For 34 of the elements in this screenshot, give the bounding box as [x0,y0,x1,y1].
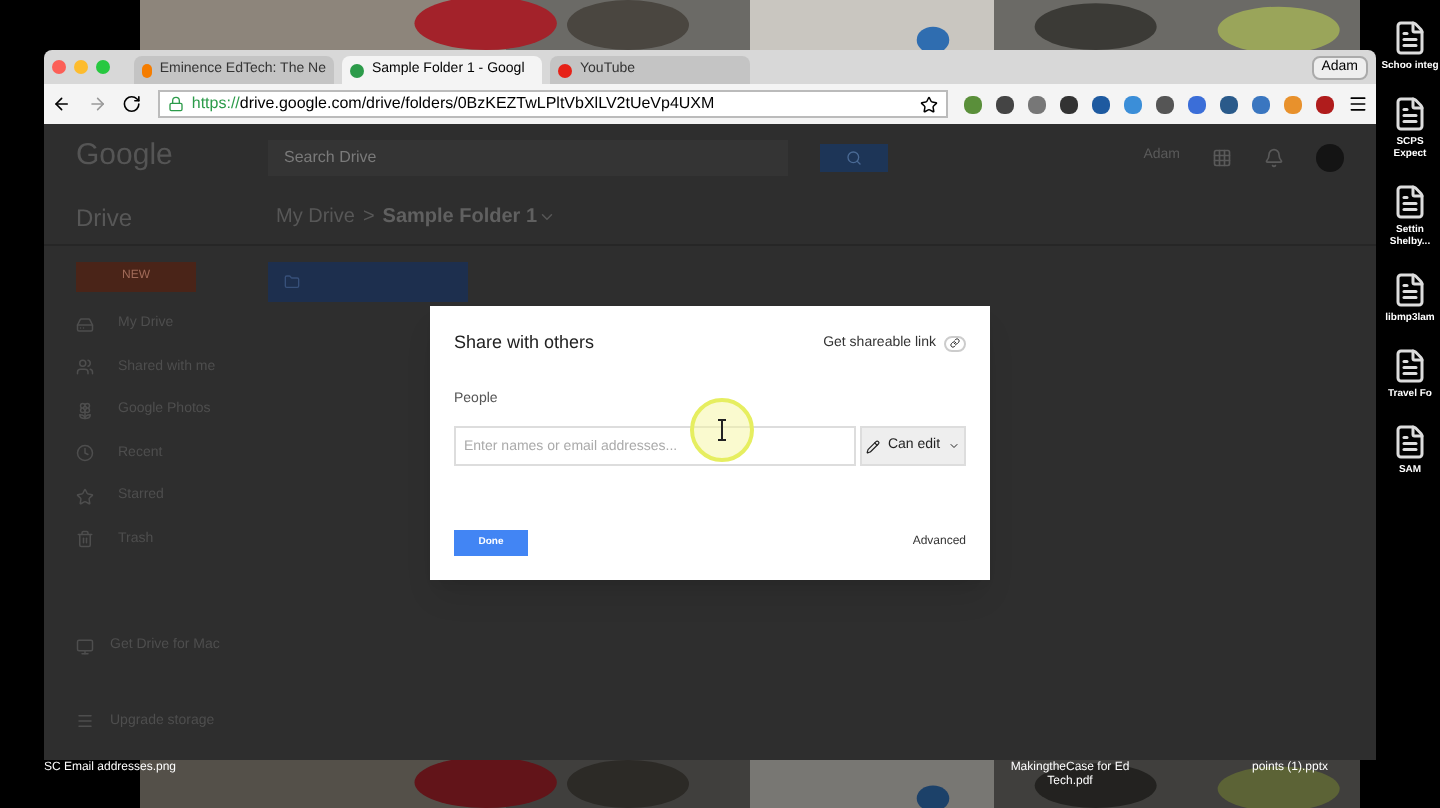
star-icon [76,487,94,506]
document-icon[interactable] [1392,424,1428,460]
drive-icon [76,315,94,334]
menu-icon[interactable] [1347,94,1368,114]
caret-icon [948,440,961,452]
document-icon[interactable] [1392,184,1428,220]
pencil-icon [865,439,880,453]
document-icon[interactable] [1392,348,1428,384]
forward-icon[interactable] [87,94,107,114]
folder-icon [284,274,300,290]
lock-icon [167,96,184,112]
dialog-title: Share with others [454,330,595,356]
breadcrumb-separator: > [362,204,375,232]
computer-icon [76,637,94,656]
document-icon[interactable] [1392,20,1428,56]
document-icon[interactable] [1392,96,1428,132]
shared-icon [76,358,94,377]
address-bar[interactable]: https://drive.google.com/drive/folders/0BzKEZTwLPltVbXlLV2tUeVp4UXM [157,90,948,118]
cursor-highlight [688,396,756,464]
photos-icon [76,401,94,420]
search-icon [846,149,862,165]
document-icon[interactable] [1392,272,1428,308]
site-icon [350,63,364,77]
url-text: https://drive.google.com/drive/folders/0BzKEZTwLPltVbXlLV2tUeVp4UXM [191,92,715,116]
bookmark-icon[interactable] [919,95,938,113]
folder-tile[interactable] [268,262,468,302]
recent-icon [76,444,94,463]
site-icon [558,63,572,77]
back-icon[interactable] [52,94,72,114]
list-icon [76,712,94,731]
reload-icon[interactable] [122,94,142,114]
trash-icon [76,530,94,549]
link-icon[interactable] [944,335,966,352]
site-icon [142,63,152,77]
